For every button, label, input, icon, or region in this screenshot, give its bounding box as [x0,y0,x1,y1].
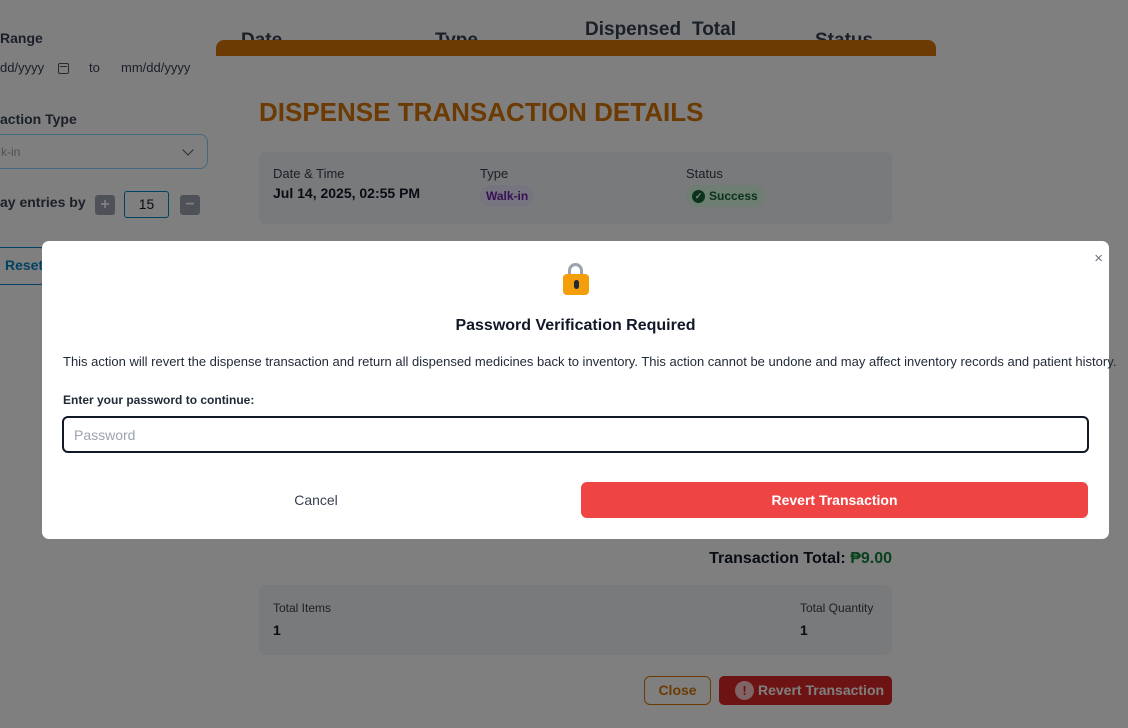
cancel-button[interactable]: Cancel [62,482,570,518]
modal-description: This action will revert the dispense tra… [63,354,1117,369]
confirm-revert-button[interactable]: Revert Transaction [581,482,1088,518]
password-input[interactable] [62,416,1089,453]
close-icon[interactable]: × [1094,250,1103,267]
lock-icon [563,263,589,297]
modal-title: Password Verification Required [455,317,696,334]
password-verification-modal: × Password Verification Required This ac… [42,241,1116,539]
password-label: Enter your password to continue: [63,393,255,407]
